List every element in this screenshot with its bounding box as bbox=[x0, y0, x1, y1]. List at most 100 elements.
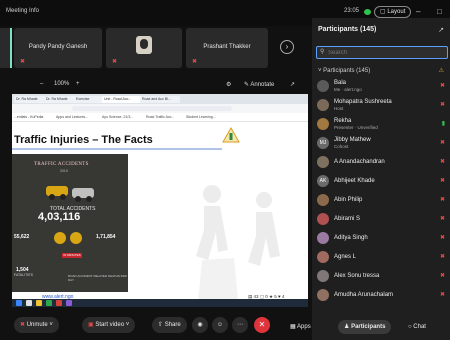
video-tile[interactable]: Pandy Pandy Ganesh ✖ bbox=[14, 28, 102, 68]
annotate-button[interactable]: ✎ Annotate bbox=[244, 81, 274, 88]
share-settings-icon[interactable]: ⚙ bbox=[226, 81, 231, 88]
zoom-in-button[interactable]: + bbox=[76, 81, 80, 87]
browser-tab: Dr. Ra Mhade bbox=[14, 96, 46, 103]
muted-mic-icon: ✖ bbox=[439, 178, 445, 184]
total-accidents-value: 4,03,116 bbox=[38, 211, 81, 223]
layout-button[interactable]: ▢ Layout bbox=[374, 6, 412, 18]
bookmarks-bar: ...entials - KuPedia Apps and Lectures..… bbox=[12, 113, 308, 122]
participant-role: Host bbox=[334, 106, 344, 111]
participant-role: Presenter · Unverified bbox=[334, 125, 378, 130]
participant-row[interactable]: Abirami S ✖ bbox=[312, 211, 450, 228]
poster-tag: IN MINUTES bbox=[62, 253, 82, 258]
bottom-right-caption: ROAD ACCIDENT RELATED DEATHS PER DAY bbox=[68, 274, 127, 282]
folder-icon[interactable] bbox=[36, 300, 42, 306]
traffic-accidents-poster: TRAFFIC ACCIDENTS 2019 TOTAL ACCIDENTS 4… bbox=[12, 154, 128, 292]
connection-status-icon bbox=[364, 9, 371, 15]
maximize-icon[interactable]: □ bbox=[437, 7, 442, 16]
chevron-down-icon: ˅ bbox=[125, 322, 130, 328]
muted-mic-icon: ✖ bbox=[439, 83, 445, 89]
avatar bbox=[317, 270, 329, 282]
search-input[interactable] bbox=[328, 47, 438, 58]
participant-name: Alex Sonu tressa bbox=[334, 273, 380, 279]
mic-off-icon: ✖ bbox=[20, 322, 26, 328]
avatar bbox=[317, 118, 329, 130]
avatar bbox=[317, 80, 329, 92]
search-icon[interactable] bbox=[26, 300, 32, 306]
video-tile[interactable]: ✖ bbox=[106, 28, 182, 68]
shared-screen[interactable]: Dr. Ra Mhade Dr. Ra Mhade Exercise Unit … bbox=[12, 94, 308, 307]
participant-name: Bala bbox=[334, 80, 347, 86]
participant-row[interactable]: Bala Me · alert.ngo ✖ bbox=[312, 78, 450, 95]
record-icon: ◉ bbox=[197, 322, 203, 328]
share-button[interactable]: ⇧ Share bbox=[152, 317, 187, 333]
muted-mic-icon: ✖ bbox=[439, 102, 445, 108]
popout-icon[interactable]: ↗ bbox=[438, 26, 444, 34]
app-icon[interactable] bbox=[66, 300, 72, 306]
reactions-button[interactable]: ☺ bbox=[212, 317, 228, 333]
lock-icon[interactable]: ⚠ bbox=[439, 67, 444, 74]
expand-icon[interactable]: ↗ bbox=[290, 81, 295, 88]
chat-button[interactable]: ○ Chat bbox=[408, 320, 426, 334]
muted-mic-icon: ✖ bbox=[439, 292, 445, 298]
participant-row[interactable]: Rekha Presenter · Unverified ▮ bbox=[312, 116, 450, 133]
participant-name: A Anandachandran bbox=[334, 159, 385, 165]
participant-row[interactable]: Abin Philip ✖ bbox=[312, 192, 450, 209]
tile-partial[interactable] bbox=[0, 28, 12, 68]
layout-label: Layout bbox=[387, 9, 406, 15]
muted-mic-icon: ✖ bbox=[192, 59, 198, 65]
panel-title: Participants (145) bbox=[318, 26, 377, 33]
avatar bbox=[317, 99, 329, 111]
participant-row[interactable]: MJ Jibby Mathew Cohost ✖ bbox=[312, 135, 450, 152]
participant-search: ⚲ bbox=[316, 46, 448, 59]
participant-name: Mohapatra Sushreeta bbox=[334, 99, 392, 105]
browser-icon[interactable] bbox=[46, 300, 52, 306]
avatar bbox=[317, 232, 329, 244]
participant-row[interactable]: Mohapatra Sushreeta Host ✖ bbox=[312, 97, 450, 114]
avatar bbox=[317, 289, 329, 301]
more-options-button[interactable]: ⋯ bbox=[232, 317, 248, 333]
participant-row[interactable]: Aditya Singh ✖ bbox=[312, 230, 450, 247]
bookmark: ...entials - KuPedia bbox=[14, 115, 44, 119]
next-tiles-button[interactable]: › bbox=[280, 40, 294, 54]
minimize-icon[interactable]: – bbox=[416, 7, 420, 16]
participant-row[interactable]: Amudha Arunachalam ✖ bbox=[312, 287, 450, 304]
video-tile[interactable]: Prashant Thakker ✖ bbox=[186, 28, 268, 68]
bookmark: Student Learning... bbox=[186, 115, 216, 119]
participant-row[interactable]: AK Abhijeet Khade ✖ bbox=[312, 173, 450, 190]
participants-panel: Participants (145) ↗ ⚲ ˅ Participants (1… bbox=[290, 18, 450, 340]
browser-tab-strip: Dr. Ra Mhade Dr. Ra Mhade Exercise Unit … bbox=[12, 94, 308, 104]
participant-row[interactable]: Alex Sonu tressa ✖ bbox=[312, 268, 450, 285]
title-divider bbox=[12, 148, 222, 150]
left-stat-value: 55,622 bbox=[14, 234, 30, 240]
meeting-clock: 23:05 bbox=[344, 8, 360, 14]
video-tiles-strip: Pandy Pandy Ganesh ✖ ✖ Prashant Thakker … bbox=[0, 26, 310, 74]
zoom-out-button[interactable]: – bbox=[40, 81, 43, 87]
participant-name: Agnes L bbox=[334, 254, 357, 260]
apps-button[interactable]: ▦ Apps bbox=[290, 320, 311, 334]
participant-row[interactable]: Agnes L ✖ bbox=[312, 249, 450, 266]
section-label: Participants (145) bbox=[323, 68, 371, 74]
killed-icon bbox=[70, 232, 82, 244]
annotate-label: Annotate bbox=[250, 82, 275, 88]
slide-title: Traffic Injuries – The Facts bbox=[14, 134, 153, 146]
people-icon: ♟ bbox=[344, 324, 350, 330]
share-icon: ⇧ bbox=[158, 322, 164, 328]
address-field bbox=[72, 106, 232, 111]
participant-row[interactable]: A Anandachandran ✖ bbox=[312, 154, 450, 171]
start-video-button[interactable]: ▣ Start video ˅ bbox=[82, 317, 136, 333]
unmute-button[interactable]: ✖ Unmute ˅ bbox=[14, 317, 59, 333]
browser-address-bar bbox=[12, 104, 308, 113]
participants-button[interactable]: ♟ Participants bbox=[338, 320, 392, 334]
right-stat-value: 1,71,854 bbox=[96, 234, 116, 240]
participants-section-header[interactable]: ˅ Participants (145) bbox=[318, 68, 370, 74]
start-icon[interactable] bbox=[16, 300, 22, 306]
app-icon[interactable] bbox=[56, 300, 62, 306]
browser-tab: Road and Acc Bl... bbox=[140, 96, 180, 103]
record-button[interactable]: ◉ bbox=[192, 317, 208, 333]
avatar bbox=[317, 194, 329, 206]
start-video-label: Start video bbox=[95, 322, 125, 328]
window-title: Meeting Info bbox=[6, 8, 40, 14]
leave-meeting-button[interactable]: ✕ bbox=[254, 317, 270, 333]
muted-mic-icon: ✖ bbox=[20, 59, 26, 65]
reactions-icon: ☺ bbox=[216, 322, 224, 328]
